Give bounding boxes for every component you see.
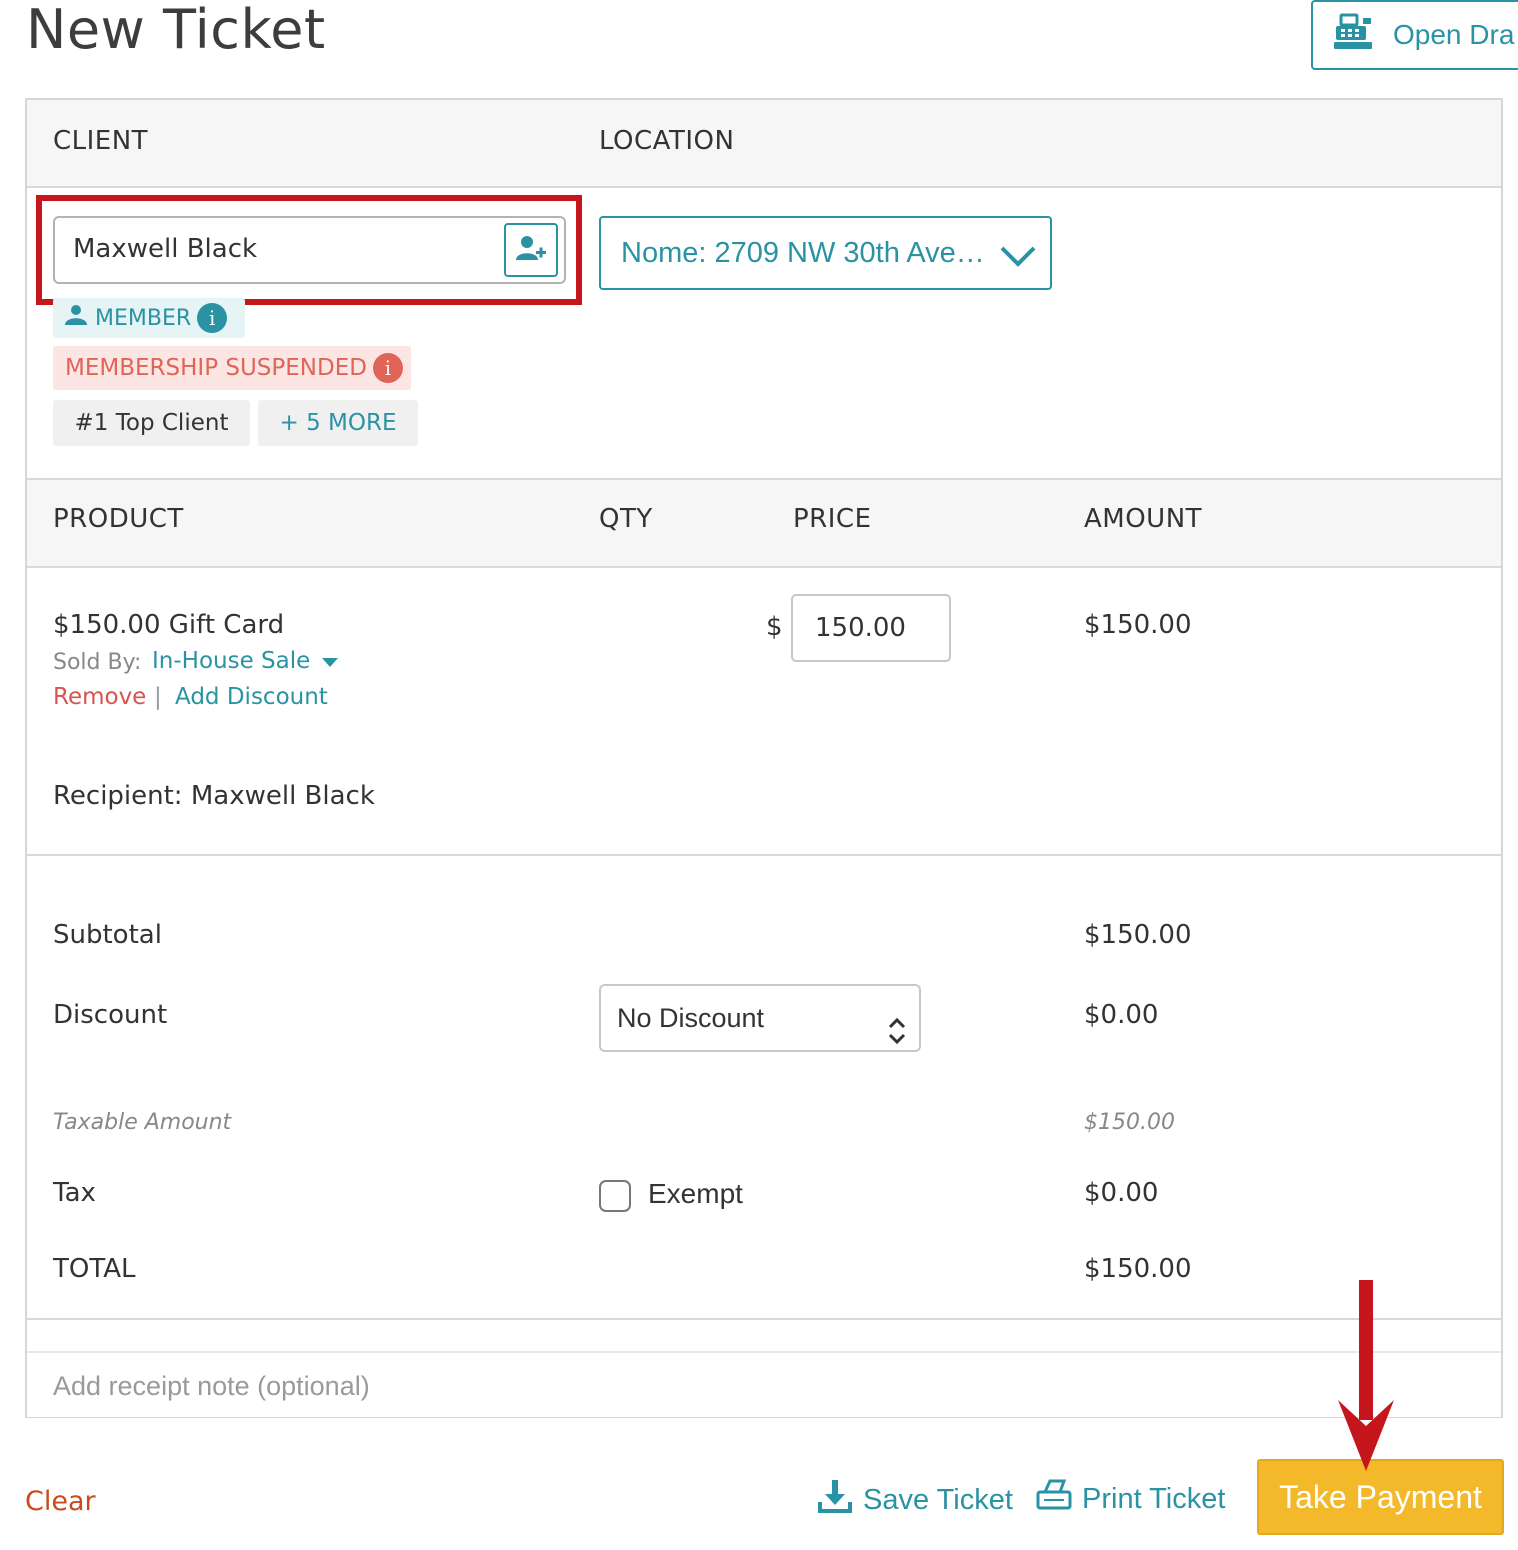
discount-select[interactable]: No Discount	[599, 984, 921, 1052]
member-badge-label: MEMBER	[95, 305, 192, 331]
location-column-header: LOCATION	[599, 126, 735, 156]
client-tag-top-client: #1 Top Client	[53, 400, 250, 446]
currency-symbol: $	[766, 612, 783, 642]
annotation-arrow	[1332, 1278, 1402, 1477]
location-value: Nome: 2709 NW 30th Ave…	[621, 236, 985, 269]
subtotal-value: $150.00	[1084, 920, 1192, 950]
print-ticket-label: Print Ticket	[1082, 1482, 1226, 1515]
clear-button[interactable]: Clear	[25, 1486, 96, 1517]
price-input[interactable]: 150.00	[791, 594, 951, 662]
product-name: $150.00 Gift Card	[53, 610, 285, 640]
client-column-header: CLIENT	[53, 126, 149, 156]
up-down-icon	[887, 1004, 907, 1068]
client-header-band	[27, 100, 1501, 188]
divider	[25, 854, 1503, 856]
total-label: TOTAL	[53, 1254, 136, 1284]
info-icon[interactable]: i	[197, 303, 228, 333]
suspended-badge-label: MEMBERSHIP SUSPENDED	[65, 355, 367, 381]
tax-exempt-checkbox[interactable]	[599, 1180, 631, 1212]
page-title: New Ticket	[26, 0, 326, 61]
gift-card-recipient: Recipient: Maxwell Black	[53, 781, 375, 811]
product-header-band	[27, 478, 1501, 568]
location-select[interactable]: Nome: 2709 NW 30th Ave…	[599, 216, 1052, 290]
open-drawer-label: Open Dra	[1393, 19, 1515, 50]
taxable-amount-value: $150.00	[1084, 1110, 1175, 1135]
printer-icon	[1036, 1478, 1072, 1520]
receipt-note-input[interactable]: Add receipt note (optional)	[27, 1351, 1501, 1417]
info-icon[interactable]: i	[372, 353, 403, 383]
save-ticket-label: Save Ticket	[863, 1483, 1013, 1516]
open-drawer-button[interactable]: Open Dra	[1311, 0, 1518, 70]
more-tags-link[interactable]: + 5 MORE	[258, 400, 418, 446]
chevron-down-icon	[1000, 242, 1036, 275]
annotation-highlight-box	[36, 195, 582, 305]
add-discount-link[interactable]: Add Discount	[175, 684, 328, 710]
sold-by-label: Sold By:	[53, 650, 142, 675]
qty-column-header: QTY	[599, 504, 653, 534]
tax-label: Tax	[53, 1178, 96, 1208]
print-ticket-button[interactable]: Print Ticket	[1036, 1478, 1225, 1520]
link-separator: |	[154, 684, 162, 710]
person-icon	[63, 304, 89, 332]
remove-link[interactable]: Remove	[53, 684, 146, 710]
product-amount: $150.00	[1084, 610, 1192, 640]
sold-by-dropdown[interactable]: In-House Sale	[152, 648, 339, 674]
discount-label: Discount	[53, 1000, 168, 1030]
total-value: $150.00	[1084, 1254, 1192, 1284]
caret-down-icon	[322, 648, 339, 674]
subtotal-label: Subtotal	[53, 920, 162, 950]
discount-select-value: No Discount	[617, 1003, 765, 1033]
tax-value: $0.00	[1084, 1178, 1159, 1208]
exempt-label[interactable]: Exempt	[648, 1178, 743, 1210]
amount-column-header: AMOUNT	[1084, 504, 1203, 534]
price-column-header: PRICE	[793, 504, 872, 534]
download-icon	[817, 1478, 853, 1522]
taxable-amount-label: Taxable Amount	[53, 1110, 232, 1135]
member-badge[interactable]: MEMBER i	[53, 298, 245, 338]
save-ticket-button[interactable]: Save Ticket	[817, 1478, 1013, 1522]
sold-by-value: In-House Sale	[152, 648, 311, 674]
product-column-header: PRODUCT	[53, 504, 184, 534]
membership-suspended-badge[interactable]: MEMBERSHIP SUSPENDED i	[53, 346, 411, 390]
cash-register-icon	[1333, 13, 1375, 58]
divider	[25, 1318, 1503, 1320]
discount-value: $0.00	[1084, 1000, 1159, 1030]
